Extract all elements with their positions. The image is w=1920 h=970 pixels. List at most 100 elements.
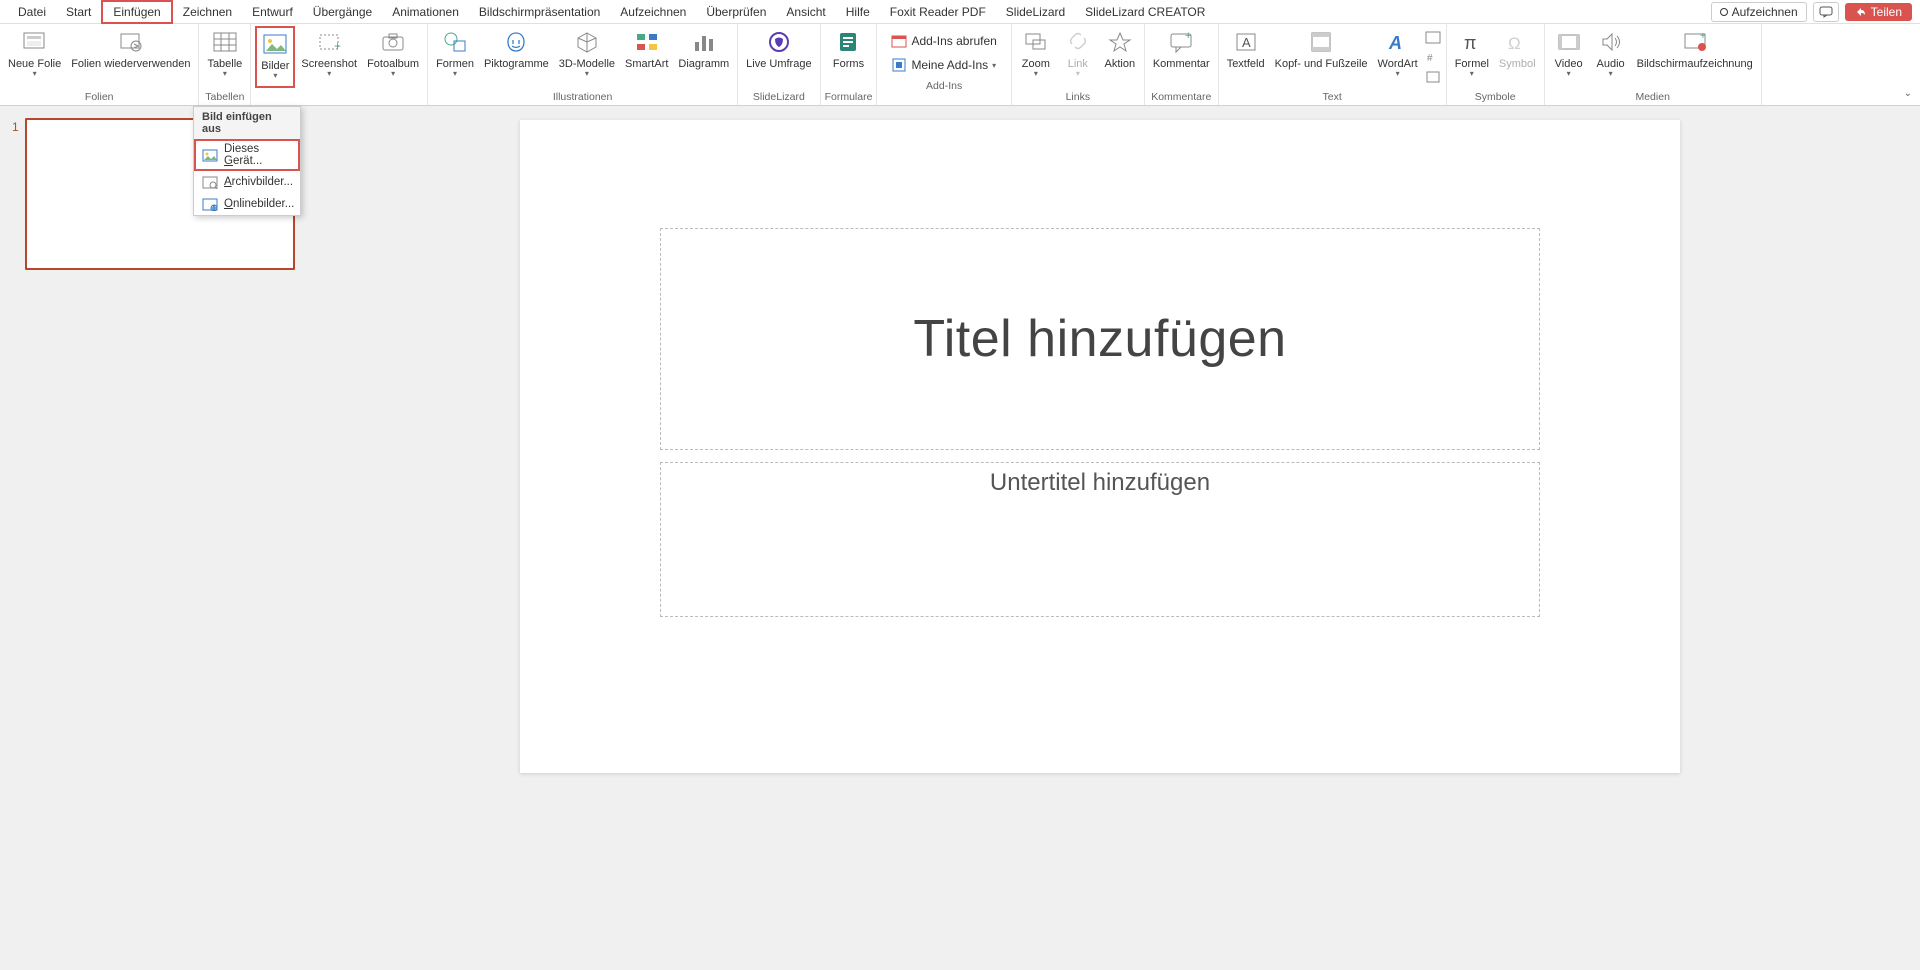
shapes-icon	[441, 28, 469, 56]
screen-record-icon: +	[1681, 28, 1709, 56]
icons-button[interactable]: Piktogramme	[480, 26, 553, 88]
chart-button[interactable]: Diagramm	[674, 26, 733, 88]
date-icon	[1425, 28, 1441, 46]
comment-button[interactable]: + Kommentar	[1149, 26, 1214, 88]
pictures-dropdown: Bild einfügen aus Dieses Gerät... Archiv…	[193, 106, 301, 216]
link-button[interactable]: Link▾	[1058, 26, 1098, 88]
slide-thumbnail-panel: 1	[0, 106, 310, 970]
title-placeholder[interactable]: Titel hinzufügen	[660, 228, 1540, 450]
3d-models-button[interactable]: 3D-Modelle▾	[555, 26, 619, 88]
slide-number: 1	[12, 118, 19, 270]
pictures-button[interactable]: Bilder▾	[255, 26, 295, 88]
online-pictures-item[interactable]: Onlinebilder...	[194, 193, 300, 215]
share-icon	[1855, 6, 1867, 18]
smartart-button[interactable]: SmartArt	[621, 26, 672, 88]
addin-icon	[891, 57, 907, 73]
textbox-button[interactable]: A Textfeld	[1223, 26, 1269, 88]
tab-ueberpruefen[interactable]: Überprüfen	[696, 2, 776, 22]
record-button[interactable]: Aufzeichnen	[1711, 2, 1807, 22]
pi-icon: π	[1458, 28, 1486, 56]
tab-zeichnen[interactable]: Zeichnen	[173, 2, 242, 22]
tab-hilfe[interactable]: Hilfe	[836, 2, 880, 22]
group-label-slidelizard: SlideLizard	[753, 91, 805, 105]
tab-einfuegen[interactable]: Einfügen	[101, 0, 172, 24]
work-area: 1 Titel hinzufügen Untertitel hinzufügen	[0, 106, 1920, 970]
photo-album-button[interactable]: Fotoalbum▾	[363, 26, 423, 88]
lizard-icon	[765, 28, 793, 56]
table-button[interactable]: Tabelle▾	[203, 26, 246, 88]
store-icon	[891, 33, 907, 49]
svg-text:A: A	[1388, 33, 1402, 53]
tab-foxit[interactable]: Foxit Reader PDF	[880, 2, 996, 22]
symbol-button[interactable]: Ω Symbol	[1495, 26, 1540, 88]
svg-text:A: A	[1242, 35, 1251, 50]
my-addins-button[interactable]: Meine Add-Ins ▾	[887, 54, 1000, 76]
stock-picture-icon	[202, 175, 218, 189]
action-button[interactable]: Aktion	[1100, 26, 1140, 88]
from-this-device-item[interactable]: Dieses Gerät...	[194, 139, 300, 171]
ribbon-group-kommentare: + Kommentar Kommentare	[1145, 24, 1219, 105]
group-label-folien: Folien	[85, 91, 114, 105]
group-label-tabellen: Tabellen	[205, 91, 244, 105]
action-icon	[1106, 28, 1134, 56]
ribbon-group-slidelizard: Live Umfrage SlideLizard	[738, 24, 820, 105]
tab-bildschirmpraesentation[interactable]: Bildschirmpräsentation	[469, 2, 610, 22]
tab-slidelizard-creator[interactable]: SlideLizard CREATOR	[1075, 2, 1215, 22]
new-slide-button[interactable]: Neue Folie▾	[4, 26, 65, 88]
screenshot-button[interactable]: + Screenshot▾	[297, 26, 361, 88]
screen-recording-button[interactable]: + Bildschirmaufzeichnung	[1633, 26, 1757, 88]
tab-entwurf[interactable]: Entwurf	[242, 2, 303, 22]
ribbon: Neue Folie▾ Folien wiederverwenden Folie…	[0, 24, 1920, 106]
svg-text:+: +	[1185, 30, 1191, 42]
pictogram-icon	[502, 28, 530, 56]
tab-uebergaenge[interactable]: Übergänge	[303, 2, 382, 22]
svg-text:+: +	[1700, 31, 1706, 42]
comments-button[interactable]	[1813, 2, 1839, 22]
wordart-button[interactable]: A WordArt▾	[1374, 26, 1422, 88]
speech-bubble-icon	[1819, 6, 1833, 18]
chart-icon	[690, 28, 718, 56]
svg-text:+: +	[334, 39, 341, 53]
share-button[interactable]: Teilen	[1845, 3, 1912, 21]
live-poll-button[interactable]: Live Umfrage	[742, 26, 815, 88]
ribbon-group-addins: Add-Ins abrufen Meine Add-Ins ▾ Add-Ins	[877, 24, 1011, 105]
svg-text:π: π	[1464, 33, 1476, 53]
title-text: Titel hinzufügen	[913, 309, 1286, 369]
text-more-button[interactable]: #	[1424, 26, 1442, 88]
slide-number-icon: #	[1425, 48, 1441, 66]
screenshot-icon: +	[315, 28, 343, 56]
subtitle-text: Untertitel hinzufügen	[990, 469, 1210, 497]
ribbon-group-formulare: Forms Formulare	[821, 24, 878, 105]
share-label: Teilen	[1871, 5, 1902, 19]
object-icon	[1425, 68, 1441, 86]
forms-button[interactable]: Forms	[829, 26, 869, 88]
group-label-kommentare: Kommentare	[1151, 91, 1211, 105]
video-button[interactable]: Video▾	[1549, 26, 1589, 88]
stock-images-item[interactable]: Archivbilder...	[194, 171, 300, 193]
zoom-button[interactable]: Zoom▾	[1016, 26, 1056, 88]
slide-canvas-area[interactable]: Titel hinzufügen Untertitel hinzufügen	[310, 106, 1920, 970]
svg-text:#: #	[1427, 53, 1433, 64]
tab-datei[interactable]: Datei	[8, 2, 56, 22]
dropdown-header: Bild einfügen aus	[194, 107, 300, 139]
get-addins-button[interactable]: Add-Ins abrufen	[887, 30, 1000, 52]
tab-slidelizard[interactable]: SlideLizard	[996, 2, 1075, 22]
tab-animationen[interactable]: Animationen	[382, 2, 469, 22]
online-picture-icon	[202, 197, 218, 211]
device-picture-icon	[202, 148, 218, 162]
group-label-addins: Add-Ins	[926, 80, 962, 94]
picture-icon	[261, 30, 289, 58]
tab-ansicht[interactable]: Ansicht	[776, 2, 835, 22]
ribbon-group-text: A Textfeld Kopf- und Fußzeile A WordArt▾…	[1219, 24, 1447, 105]
ribbon-collapse-button[interactable]: ⌄	[1904, 88, 1912, 99]
equation-button[interactable]: π Formel▾	[1451, 26, 1493, 88]
ribbon-group-illustrationen: Formen▾ Piktogramme 3D-Modelle▾ SmartArt…	[428, 24, 738, 105]
shapes-button[interactable]: Formen▾	[432, 26, 478, 88]
header-footer-button[interactable]: Kopf- und Fußzeile	[1271, 26, 1372, 88]
reuse-slides-button[interactable]: Folien wiederverwenden	[67, 26, 194, 88]
new-slide-icon	[21, 28, 49, 56]
audio-button[interactable]: Audio▾	[1591, 26, 1631, 88]
tab-start[interactable]: Start	[56, 2, 101, 22]
tab-aufzeichnen[interactable]: Aufzeichnen	[610, 2, 696, 22]
subtitle-placeholder[interactable]: Untertitel hinzufügen	[660, 462, 1540, 617]
